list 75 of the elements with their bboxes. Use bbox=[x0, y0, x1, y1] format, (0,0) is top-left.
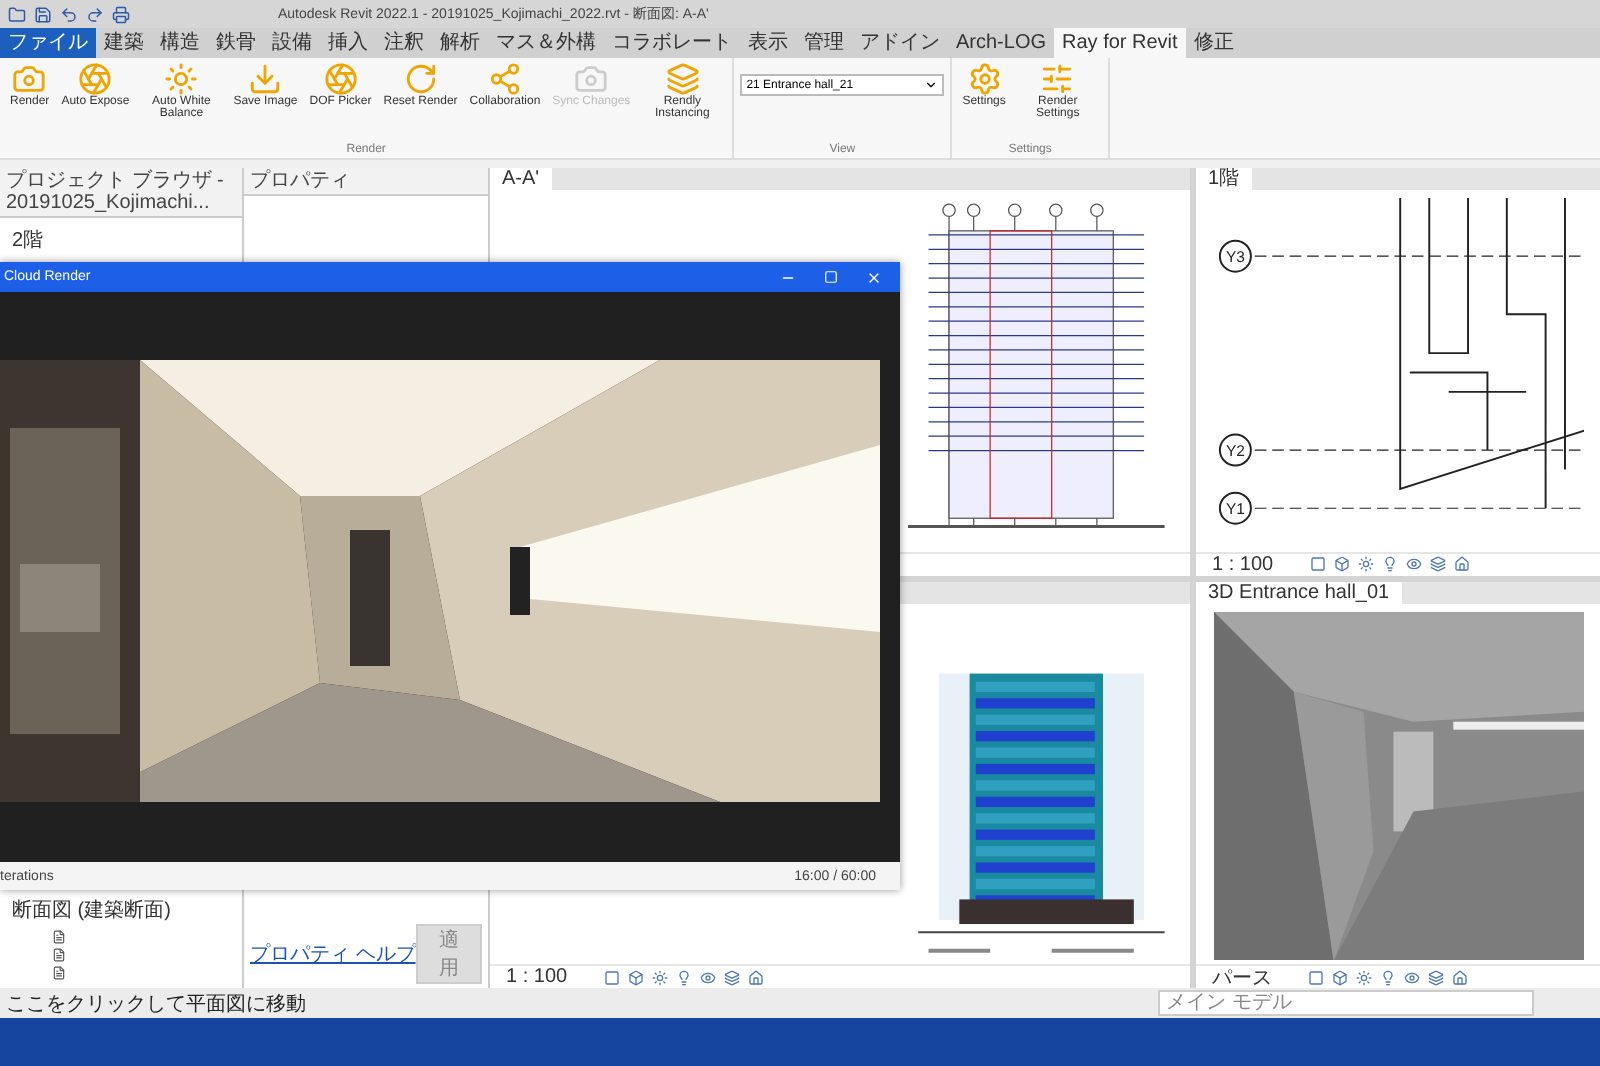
grid-label: Y1 bbox=[1225, 500, 1245, 519]
view-control-icon[interactable] bbox=[747, 969, 764, 985]
toolbar-icon[interactable] bbox=[112, 5, 130, 23]
ribbon-tab[interactable]: 建築 bbox=[96, 28, 152, 58]
ribbon-tab[interactable]: 注釈 bbox=[376, 28, 432, 58]
view-control-icon[interactable] bbox=[1356, 969, 1372, 985]
camera-icon bbox=[574, 62, 609, 96]
sliders-icon bbox=[1040, 62, 1075, 96]
camera-icon bbox=[12, 62, 47, 96]
settings-icon bbox=[967, 62, 1002, 96]
tree-item[interactable]: 2階 bbox=[12, 230, 44, 252]
ribbon-tab[interactable]: Ray for Revit bbox=[1054, 28, 1186, 58]
layers-icon bbox=[665, 62, 700, 96]
ribbon-tab[interactable]: 構造 bbox=[152, 28, 208, 58]
view-scale: 1 : 100 bbox=[1212, 553, 1274, 575]
view-control-icon[interactable] bbox=[1332, 969, 1348, 985]
grid-label: Y2 bbox=[1225, 441, 1245, 460]
ribbon-tab[interactable]: 修正 bbox=[1185, 28, 1242, 58]
ribbon-tab[interactable]: コラボレート bbox=[604, 28, 740, 58]
sheet-icon bbox=[52, 930, 66, 944]
help-link[interactable]: プロパティ ヘルプ bbox=[250, 940, 416, 968]
toolbar-icon[interactable] bbox=[34, 5, 52, 23]
view-control-icon[interactable] bbox=[1308, 969, 1324, 985]
view-scale: パース bbox=[1212, 965, 1272, 988]
close-icon bbox=[866, 269, 882, 285]
ribbon-tab[interactable]: 鉄骨 bbox=[208, 28, 264, 58]
view-control-icon[interactable] bbox=[1452, 969, 1468, 985]
view-control-icon[interactable] bbox=[1453, 556, 1470, 572]
download-icon bbox=[248, 62, 283, 96]
view-control-icon[interactable] bbox=[1380, 969, 1396, 985]
view-control-icon[interactable] bbox=[651, 969, 668, 985]
tree-item[interactable]: 断面図 (建築断面) bbox=[12, 900, 171, 922]
aperture-icon bbox=[78, 62, 113, 96]
view-control-icon[interactable] bbox=[723, 969, 740, 985]
view-control-icon[interactable] bbox=[699, 969, 716, 985]
view-control-icon[interactable] bbox=[603, 969, 620, 985]
panel-title: プロパティ bbox=[244, 168, 488, 196]
model-field[interactable]: メイン モデル bbox=[1158, 990, 1534, 1016]
ribbon-tab[interactable]: 解析 bbox=[432, 28, 488, 58]
sheet-icon bbox=[52, 966, 66, 980]
caret-icon bbox=[924, 78, 939, 92]
view-control-icon[interactable] bbox=[1428, 969, 1444, 985]
view-control-icon[interactable] bbox=[1405, 556, 1422, 572]
view-control-icon[interactable] bbox=[627, 969, 644, 985]
ribbon-tab[interactable]: 挿入 bbox=[320, 28, 376, 58]
view-control-icon[interactable] bbox=[1381, 556, 1398, 572]
grid-label: Y3 bbox=[1225, 248, 1245, 266]
toolbar-icon[interactable] bbox=[60, 5, 78, 23]
view-control-icon[interactable] bbox=[1429, 556, 1446, 572]
share-icon bbox=[487, 62, 522, 96]
ribbon-tab[interactable]: Arch-LOG bbox=[948, 28, 1055, 58]
ribbon-tab[interactable]: マス＆外構 bbox=[488, 28, 604, 58]
status-message: ここをクリックして平面図に移動 bbox=[6, 991, 306, 1017]
view-control-icon[interactable] bbox=[675, 969, 692, 985]
rotate-icon bbox=[403, 62, 438, 96]
toolbar-icon[interactable] bbox=[86, 5, 104, 23]
view-tab[interactable]: 3D Entrance hall_01 bbox=[1196, 581, 1402, 603]
view-scale: 1 : 100 bbox=[506, 966, 568, 988]
panel-title: プロジェクト ブラウザ - 20191025_Kojimachi... bbox=[0, 168, 242, 218]
view-control-icon[interactable] bbox=[1357, 556, 1374, 572]
view-tab[interactable]: A-A' bbox=[490, 168, 552, 190]
view-control-icon[interactable] bbox=[1309, 556, 1326, 572]
ribbon-tab[interactable]: アドイン bbox=[852, 28, 948, 58]
view-control-icon[interactable] bbox=[1404, 969, 1420, 985]
sun-icon bbox=[164, 62, 199, 96]
toolbar-icon[interactable] bbox=[8, 5, 26, 23]
ribbon-tab[interactable]: ファイル bbox=[0, 28, 96, 58]
maximize-icon bbox=[824, 270, 838, 284]
sheet-icon bbox=[52, 948, 66, 962]
ribbon-tab[interactable]: 表示 bbox=[740, 28, 796, 58]
view-tab[interactable]: 1階 bbox=[1196, 168, 1252, 190]
ribbon-tab[interactable]: 管理 bbox=[796, 28, 852, 58]
aperture-icon bbox=[323, 62, 358, 96]
view-control-icon[interactable] bbox=[1333, 556, 1350, 572]
ribbon-tab[interactable]: 設備 bbox=[264, 28, 320, 58]
